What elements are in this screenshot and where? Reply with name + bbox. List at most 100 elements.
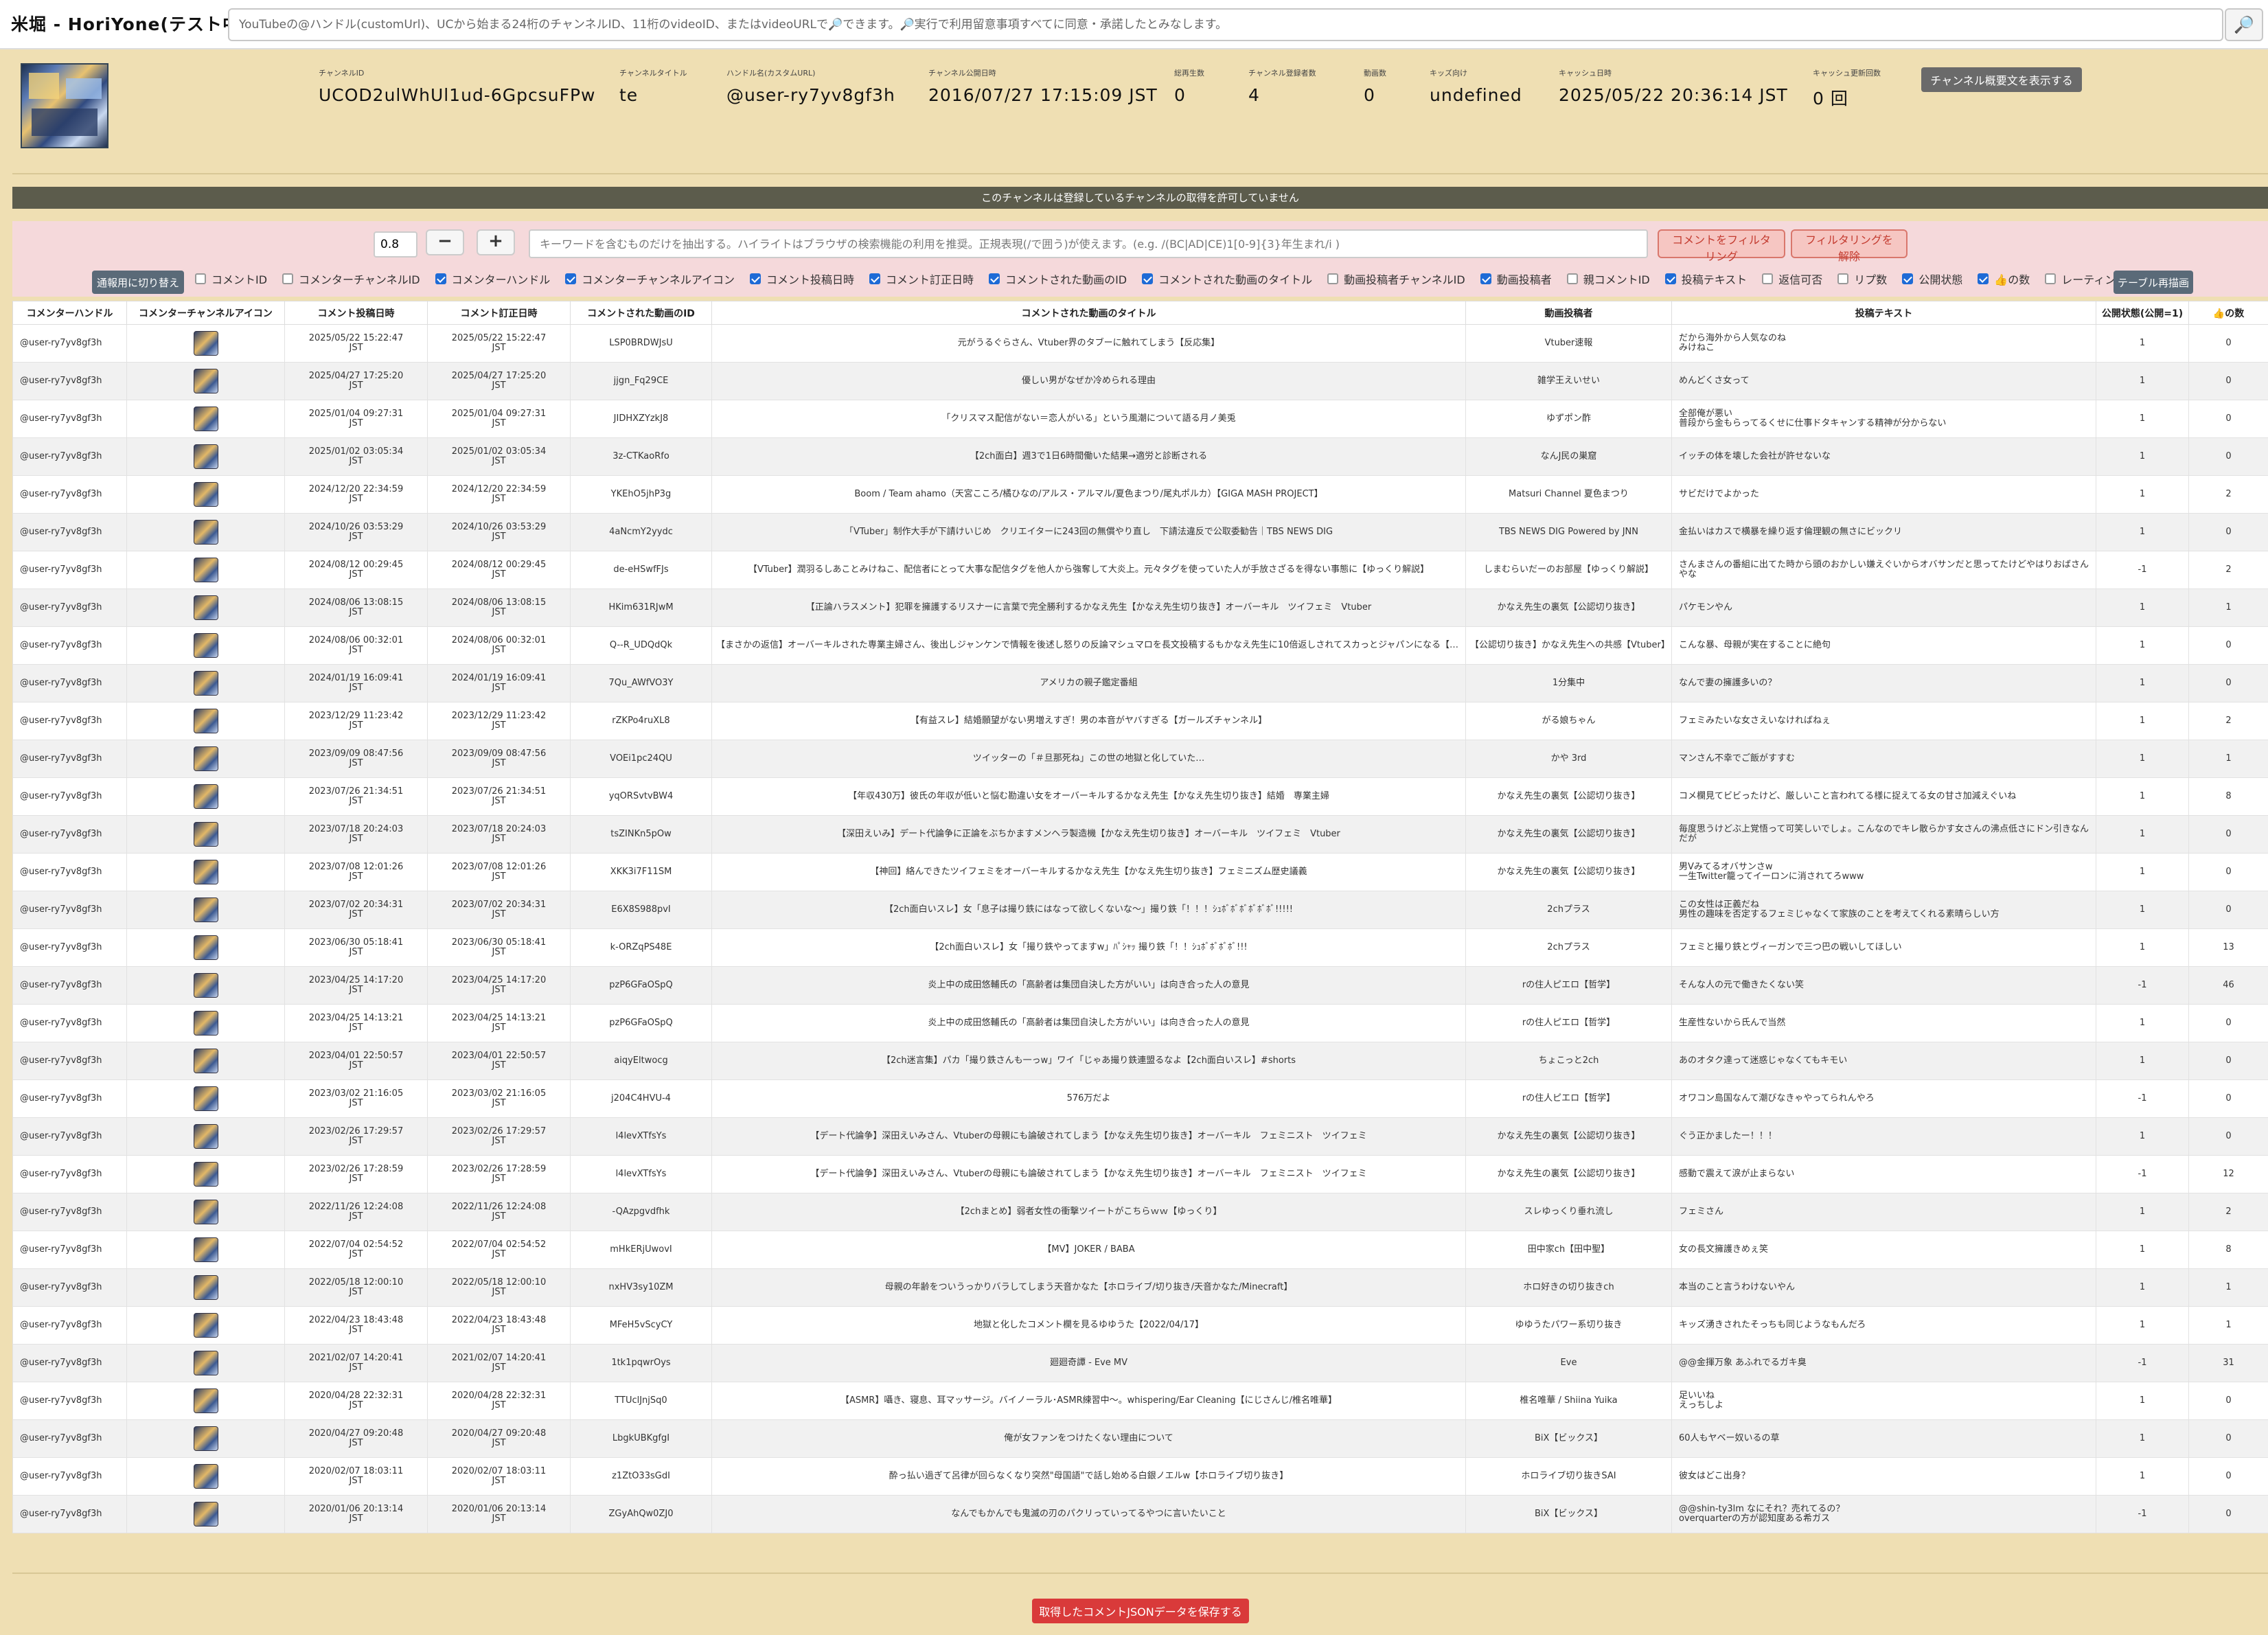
- commenter-icon: [126, 626, 285, 665]
- column-toggle[interactable]: 動画投稿者チャンネルID: [1327, 271, 1465, 287]
- commenter-handle: @user-ry7yv8gf3h: [12, 513, 127, 551]
- checkbox-checked[interactable]: [435, 273, 446, 284]
- keyword-filter-input[interactable]: [529, 229, 1648, 258]
- public-status: 1: [2096, 1268, 2189, 1307]
- video-title: 酔っ払い過ぎて呂律が回らなくなり突然"母国語"で話し始める白銀ノエルw【ホロライ…: [711, 1457, 1466, 1496]
- checkbox-checked[interactable]: [1978, 273, 1989, 284]
- checkbox-checked[interactable]: [1664, 273, 1676, 284]
- checkbox-checked[interactable]: [565, 273, 577, 284]
- decrement-button[interactable]: −: [426, 229, 464, 255]
- comment-text: @@shin-ty3lm なにそれ？売れてるの？ overquarterの方が認…: [1671, 1495, 2096, 1533]
- save-json-button[interactable]: 取得したコメントJSONデータを保存する: [1032, 1599, 1249, 1623]
- checkbox-checked[interactable]: [1480, 273, 1491, 284]
- video-title: 【深田えいみ】デート代論争に正論をぶちかますメンヘラ製造機【かなえ先生切り抜き】…: [711, 815, 1466, 854]
- table-row: @user-ry7yv8gf3h 2024/12/20 22:34:59 JST 2…: [12, 475, 2268, 514]
- like-count: 0: [2188, 891, 2268, 929]
- public-status: 1: [2096, 513, 2189, 551]
- column-toggle[interactable]: リプ数: [1837, 271, 1887, 287]
- checkbox-checked[interactable]: [1142, 273, 1154, 284]
- edited-date: 2020/01/06 20:13:14 JST: [427, 1495, 571, 1533]
- clear-filter-button[interactable]: フィルタリングを解除: [1791, 229, 1908, 263]
- video-title: なんでもかんでも鬼滅の刃のパクリっていってるやつに言いたいこと: [711, 1495, 1466, 1533]
- checkbox-checked[interactable]: [750, 273, 761, 284]
- public-status: 1: [2096, 1457, 2189, 1496]
- column-toggle[interactable]: コメントされた動画のID: [989, 271, 1127, 287]
- top-bar: 米堀 - HoriYone(テスト中) 🔎: [0, 0, 2268, 49]
- column-toggle[interactable]: コメント訂正日時: [869, 271, 974, 287]
- commenter-handle: @user-ry7yv8gf3h: [12, 664, 127, 702]
- column-toggle[interactable]: コメンターハンドル: [435, 271, 550, 287]
- like-count: 0: [2188, 362, 2268, 400]
- video-id: MFeH5vScyCY: [570, 1306, 712, 1345]
- checkbox-unchecked[interactable]: [1837, 273, 1849, 284]
- comment-text: ぐう正かましたー！！！: [1671, 1117, 2096, 1156]
- checkbox-checked[interactable]: [1902, 273, 1914, 284]
- avatar-icon: [193, 1351, 218, 1375]
- search-input[interactable]: [228, 8, 2223, 41]
- commenter-icon: [126, 1004, 285, 1042]
- like-count: 1: [2188, 740, 2268, 778]
- column-toggle[interactable]: コメント投稿日時: [750, 271, 854, 287]
- column-toggle[interactable]: 投稿テキスト: [1664, 271, 1747, 287]
- column-header[interactable]: コメント訂正日時: [427, 301, 571, 325]
- commenter-icon: [126, 928, 285, 967]
- avatar-icon: [193, 709, 218, 733]
- like-count: 8: [2188, 777, 2268, 816]
- column-header[interactable]: 👍の数: [2188, 301, 2268, 325]
- comment-text: なんで妻の擁護多いの？: [1671, 664, 2096, 702]
- edited-date: 2024/10/26 03:53:29 JST: [427, 513, 571, 551]
- column-toggle[interactable]: コメンターチャンネルID: [282, 271, 420, 287]
- public-status: 1: [2096, 702, 2189, 740]
- filter-comments-button[interactable]: コメントをフィルタリング: [1658, 229, 1785, 263]
- show-description-button[interactable]: チャンネル概要文を表示する: [1921, 67, 2082, 92]
- avatar-icon: [193, 520, 218, 545]
- posted-date: 2024/01/19 16:09:41 JST: [284, 664, 428, 702]
- video-uploader: 2chプラス: [1465, 891, 1672, 929]
- column-header[interactable]: コメンターハンドル: [12, 301, 127, 325]
- column-toggle[interactable]: 👍の数: [1978, 271, 2030, 287]
- checkbox-unchecked[interactable]: [195, 273, 206, 284]
- column-header[interactable]: 投稿テキスト: [1671, 301, 2096, 325]
- avatar-icon: [193, 633, 218, 658]
- threshold-input[interactable]: [374, 231, 417, 258]
- commenter-icon: [126, 437, 285, 476]
- checkbox-unchecked[interactable]: [1566, 273, 1578, 284]
- public-status: 1: [2096, 588, 2189, 627]
- info-label: チャンネル公開日時: [928, 69, 996, 78]
- checkbox-unchecked[interactable]: [282, 273, 294, 284]
- like-count: 0: [2188, 400, 2268, 438]
- kids-value: undefined: [1430, 85, 1522, 105]
- column-header[interactable]: コメンターチャンネルアイコン: [126, 301, 285, 325]
- published-value: 2016/07/27 17:15:09 JST: [928, 85, 1158, 105]
- commenter-handle: @user-ry7yv8gf3h: [12, 400, 127, 438]
- column-header[interactable]: コメントされた動画のID: [570, 301, 712, 325]
- checkbox-unchecked[interactable]: [1327, 273, 1339, 284]
- video-title: 「VTuber」制作大手が下請けいじめ クリエイターに243回の無償やり直し 下…: [711, 513, 1466, 551]
- column-toggle[interactable]: コメンターチャンネルアイコン: [565, 271, 735, 287]
- column-toggle[interactable]: 親コメントID: [1566, 271, 1650, 287]
- checkbox-unchecked[interactable]: [1762, 273, 1774, 284]
- column-toggle[interactable]: 公開状態: [1902, 271, 1962, 287]
- checkbox-unchecked[interactable]: [2045, 273, 2057, 284]
- checkbox-checked[interactable]: [989, 273, 1000, 284]
- posted-date: 2024/08/06 00:32:01 JST: [284, 626, 428, 665]
- video-id: XKK3i7F11SM: [570, 853, 712, 891]
- column-header[interactable]: コメント投稿日時: [284, 301, 428, 325]
- column-toggle[interactable]: 動画投稿者: [1480, 271, 1552, 287]
- column-header[interactable]: コメントされた動画のタイトル: [711, 301, 1466, 325]
- handle-value: @user-ry7yv8gf3h: [726, 85, 895, 105]
- video-title: 元がうるぐらさん、Vtuber界のタブーに触れてしまう【反応集】: [711, 324, 1466, 363]
- column-toggle[interactable]: コメントID: [195, 271, 267, 287]
- column-toggle[interactable]: 返信可否: [1762, 271, 1822, 287]
- increment-button[interactable]: +: [477, 229, 515, 255]
- posted-date: 2023/04/01 22:50:57 JST: [284, 1042, 428, 1080]
- redraw-table-button[interactable]: テーブル再描画: [2114, 271, 2193, 294]
- table-row: @user-ry7yv8gf3h 2023/04/01 22:50:57 JST 2…: [12, 1042, 2268, 1080]
- column-toggle[interactable]: コメントされた動画のタイトル: [1142, 271, 1312, 287]
- column-header[interactable]: 公開状態(公開=1): [2096, 301, 2189, 325]
- avatar-icon: [193, 1388, 218, 1413]
- report-mode-toggle-button[interactable]: 通報用に切り替え: [92, 271, 184, 294]
- checkbox-checked[interactable]: [869, 273, 881, 284]
- search-button[interactable]: 🔎: [2225, 8, 2263, 41]
- column-header[interactable]: 動画投稿者: [1465, 301, 1672, 325]
